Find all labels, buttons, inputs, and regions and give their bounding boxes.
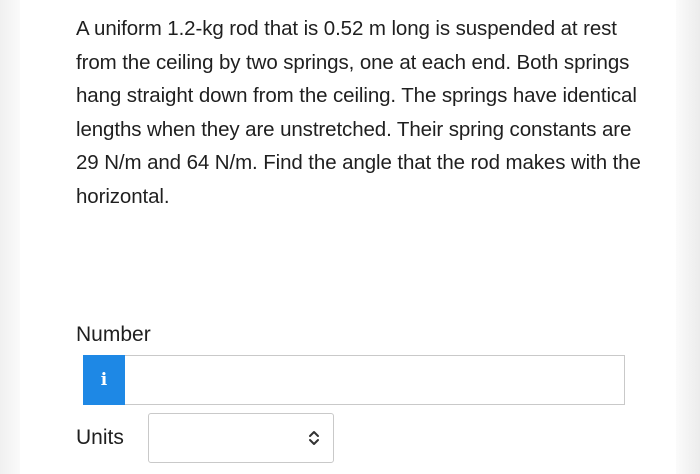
- info-icon: i: [100, 369, 108, 390]
- left-edge-shadow: [0, 0, 20, 474]
- question-card: A uniform 1.2-kg rod that is 0.52 m long…: [20, 0, 676, 474]
- number-input[interactable]: [125, 355, 625, 405]
- question-text: A uniform 1.2-kg rod that is 0.52 m long…: [76, 17, 641, 208]
- right-edge-shadow: [676, 0, 700, 474]
- number-answer-row: i: [83, 355, 625, 405]
- units-label: Units: [76, 426, 124, 449]
- number-label: Number: [76, 323, 151, 346]
- units-select[interactable]: [148, 413, 334, 463]
- chevron-up-down-icon: [309, 431, 319, 445]
- info-button[interactable]: i: [83, 355, 125, 405]
